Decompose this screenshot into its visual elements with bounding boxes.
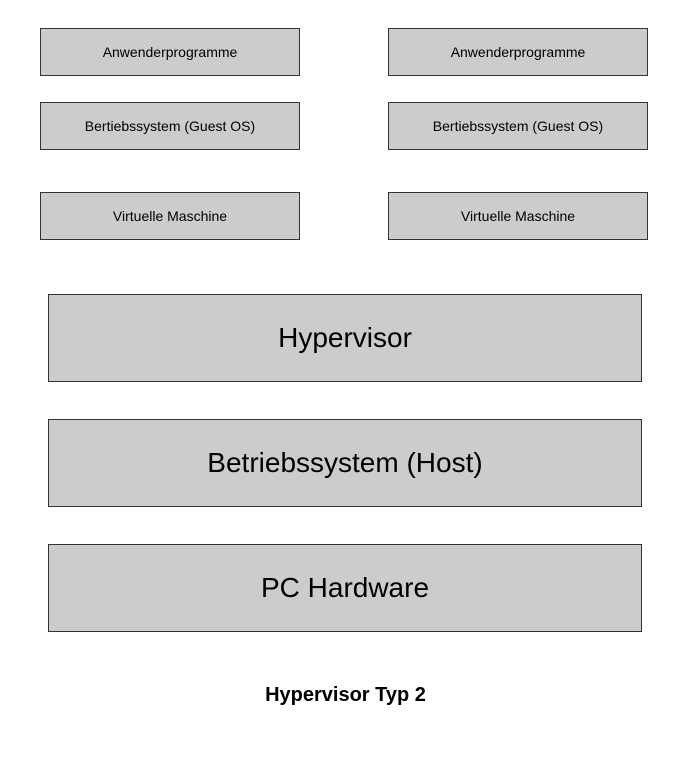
caption-text: Hypervisor Typ 2 bbox=[265, 684, 426, 706]
right-apps-box: Anwenderprogramme bbox=[388, 28, 648, 76]
left-apps-label: Anwenderprogramme bbox=[103, 44, 238, 60]
left-guest-os-label: Bertiebssystem (Guest OS) bbox=[85, 118, 255, 134]
left-vm-label: Virtuelle Maschine bbox=[113, 208, 227, 224]
hypervisor-box: Hypervisor bbox=[48, 294, 642, 382]
right-vm-label: Virtuelle Maschine bbox=[461, 208, 575, 224]
right-vm-box: Virtuelle Maschine bbox=[388, 192, 648, 240]
hypervisor-label: Hypervisor bbox=[278, 322, 412, 354]
right-guest-os-label: Bertiebssystem (Guest OS) bbox=[433, 118, 603, 134]
left-apps-box: Anwenderprogramme bbox=[40, 28, 300, 76]
left-guest-os-box: Bertiebssystem (Guest OS) bbox=[40, 102, 300, 150]
hardware-label: PC Hardware bbox=[261, 572, 429, 604]
diagram-caption: Hypervisor Typ 2 bbox=[0, 684, 691, 707]
hypervisor-type2-diagram: Anwenderprogramme Anwenderprogramme Bert… bbox=[0, 0, 691, 767]
host-os-label: Betriebssystem (Host) bbox=[207, 447, 482, 479]
hardware-box: PC Hardware bbox=[48, 544, 642, 632]
left-vm-box: Virtuelle Maschine bbox=[40, 192, 300, 240]
right-apps-label: Anwenderprogramme bbox=[451, 44, 586, 60]
right-guest-os-box: Bertiebssystem (Guest OS) bbox=[388, 102, 648, 150]
host-os-box: Betriebssystem (Host) bbox=[48, 419, 642, 507]
